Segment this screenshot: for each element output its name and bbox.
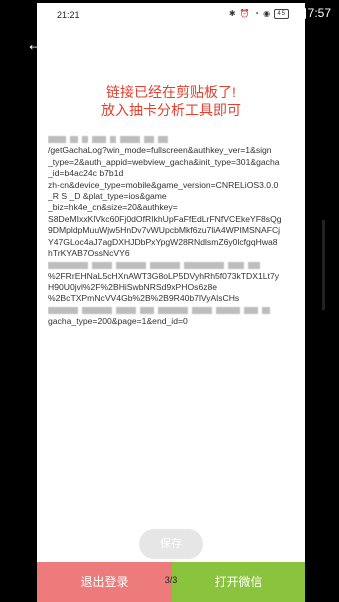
open-wechat-button[interactable]: 打开微信 — [172, 562, 305, 602]
inner-battery-icon: 45 — [274, 9, 289, 19]
redacted-block — [48, 261, 88, 269]
url-line: %2FRrEHNaL5cHXnAWT3G8oLP5DVyhRh5f073kTDX… — [48, 271, 295, 282]
save-button[interactable]: 保存 — [139, 529, 203, 559]
redacted-block — [82, 136, 88, 144]
redacted-block — [216, 307, 240, 315]
redacted-block — [110, 136, 116, 144]
redacted-block — [244, 307, 258, 315]
url-line: zh-cn&device_type=mobile&game_version=CN… — [48, 180, 295, 191]
url-line-text: _biz=hk4e_cn&size=20&authkey= — [48, 202, 178, 213]
redacted-block — [150, 261, 180, 269]
system-clock: 7:57 — [307, 6, 331, 20]
redacted-block — [184, 261, 224, 269]
url-line-text: zh-cn&device_type=mobile&game_version=CN… — [48, 179, 279, 190]
url-line-text: _id=b4ac24c b7b1d — [48, 168, 124, 179]
url-line-text: gacha_type=200&page=1&end_id=0 — [48, 316, 188, 327]
url-line-text: _R S _D &plat_type=ios&game — [48, 190, 167, 201]
redacted-block — [248, 261, 260, 269]
url-line-text: /getGachaLog?win_mode=fullscreen&authkey… — [48, 145, 272, 156]
status-icons: ✱ ⏰ ◔ ◉ — [228, 9, 272, 19]
inner-status-icons: ✱ ⏰ ◔ ◉ 45 — [229, 9, 289, 19]
redacted-block — [120, 136, 140, 144]
inner-status-bar: 21:21 ✱ ⏰ ◔ ◉ 45 — [37, 3, 305, 25]
page-indicator: 3/3 — [164, 575, 178, 585]
url-line: %2BcTXPmNcVV4Gb%2B%2B9R40b7lVyAlsCHs — [48, 293, 295, 304]
inner-clock: 21:21 — [57, 10, 80, 20]
url-line: gacha_type=200&page=1&end_id=0 — [48, 316, 295, 327]
redacted-block — [116, 307, 136, 315]
url-line: _id=b4ac24c b7b1d — [48, 168, 295, 179]
logout-button[interactable]: 退出登录 — [37, 562, 172, 602]
redacted-block — [116, 261, 146, 269]
url-line-text: H90U0jvl%2F%2BHiSwbNRSd9xPHOs6z8e — [48, 282, 218, 293]
redacted-block — [158, 307, 188, 315]
url-line-text: 9DMpldpMuuWjw5HnDv7vWUpcbMkf6zu7liA4WPIM… — [48, 225, 281, 236]
redacted-block — [262, 307, 270, 315]
url-line-text: %2BcTXPmNcVV4Gb%2B%2B9R40b7lVyAlsCHs — [48, 293, 240, 304]
redacted-block — [70, 136, 78, 144]
gacha-url-text: /getGachaLog?win_mode=fullscreen&authkey… — [48, 134, 295, 328]
redacted-block — [228, 261, 244, 269]
url-line-text: _type=2&auth_appid=webview_gacha&init_ty… — [48, 156, 280, 167]
url-line — [48, 259, 295, 270]
url-line: Y47GLoc4aJ7agDXHJDbPxYpgW28RNdlsmZ6y0lcf… — [48, 237, 295, 248]
url-line: S8DeMIxxKlVkc60Fj0dOfRIkhUpFaFfEdLrFNfVC… — [48, 214, 295, 225]
screenshot-card: 21:21 ✱ ⏰ ◔ ◉ 45 链接已经在剪贴板了! 放入抽卡分析工具即可 /… — [37, 3, 305, 602]
url-line: /getGachaLog?win_mode=fullscreen&authkey… — [48, 145, 295, 156]
clipboard-message-line1: 链接已经在剪贴板了! — [106, 84, 236, 100]
url-line-text: S8DeMIxxKlVkc60Fj0dOfRIkhUpFaFfEdLrFNfVC… — [48, 213, 282, 224]
redacted-block — [144, 136, 154, 144]
url-line: _biz=hk4e_cn&size=20&authkey= — [48, 202, 295, 213]
url-line: 9DMpldpMuuWjw5HnDv7vWUpcbMkf6zu7liA4WPIM… — [48, 225, 295, 236]
redacted-block — [92, 136, 106, 144]
url-line: hTrKYAB7OssNcVY6 — [48, 248, 295, 259]
redacted-block — [48, 136, 66, 144]
redacted-block — [82, 307, 112, 315]
redacted-block — [140, 307, 154, 315]
url-line — [48, 305, 295, 316]
url-line: H90U0jvl%2F%2BHiSwbNRSd9xPHOs6z8e — [48, 282, 295, 293]
redacted-block — [192, 307, 212, 315]
url-line-text: Y47GLoc4aJ7agDXHJDbPxYpgW28RNdlsmZ6y0lcf… — [48, 236, 278, 247]
drag-handle[interactable] — [322, 220, 325, 310]
url-line-text: hTrKYAB7OssNcVY6 — [48, 247, 130, 258]
redacted-block — [92, 261, 112, 269]
url-line — [48, 134, 295, 145]
url-line: _type=2&auth_appid=webview_gacha&init_ty… — [48, 157, 295, 168]
redacted-block — [48, 307, 78, 315]
clipboard-message-line2: 放入抽卡分析工具即可 — [101, 102, 241, 118]
redacted-block — [158, 136, 168, 144]
url-line: _R S _D &plat_type=ios&game — [48, 191, 295, 202]
url-line-text: %2FRrEHNaL5cHXnAWT3G8oLP5DVyhRh5f073kTDX… — [48, 270, 280, 281]
